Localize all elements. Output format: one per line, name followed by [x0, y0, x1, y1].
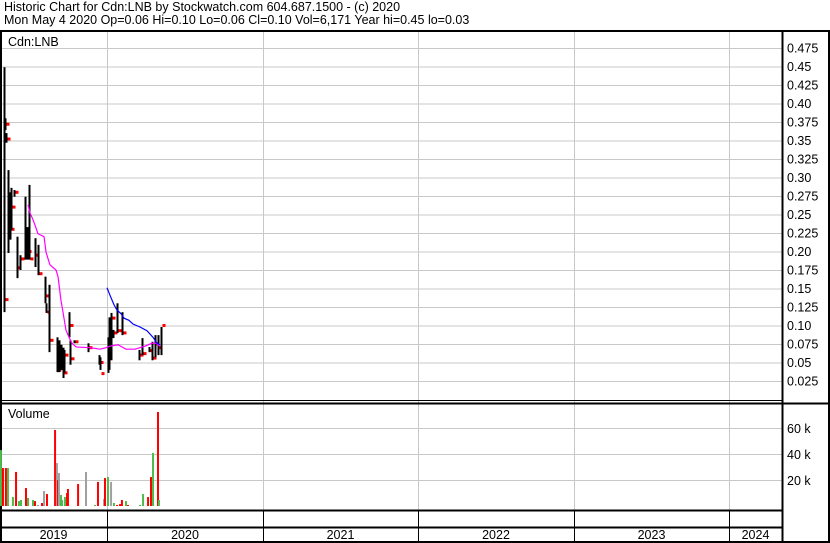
close-marker — [112, 316, 116, 320]
volume-bar — [94, 504, 97, 506]
close-marker — [71, 357, 75, 361]
close-marker — [118, 329, 122, 333]
year-label: 2024 — [742, 528, 770, 542]
volume-bar — [1, 468, 4, 506]
close-marker — [50, 338, 54, 342]
price-tick-label: 0.40 — [787, 97, 811, 111]
volume-bar — [77, 484, 80, 506]
volume-bar — [142, 494, 145, 506]
volume-bar — [66, 488, 69, 506]
volume-bar — [110, 481, 113, 506]
price-tick-label: 0.20 — [787, 245, 811, 259]
close-marker — [21, 257, 25, 261]
price-tick-label: 0.175 — [787, 264, 818, 278]
volume-bar — [43, 491, 46, 506]
price-tick-label: 0.025 — [787, 375, 818, 389]
moving-average-short-line — [106, 287, 161, 346]
volume-bar — [54, 429, 57, 506]
close-marker — [101, 372, 105, 376]
volume-bar — [112, 503, 115, 506]
price-tick-label: 0.225 — [787, 227, 818, 241]
volume-bar — [85, 471, 88, 506]
volume-bar — [15, 471, 18, 506]
volume-bar — [150, 477, 153, 506]
year-label: 2020 — [171, 528, 199, 542]
volume-bar — [124, 501, 127, 506]
volume-bar — [34, 501, 37, 506]
volume-bar — [147, 497, 150, 506]
price-tick-label: 0.125 — [787, 301, 818, 315]
volume-bar — [115, 504, 118, 506]
year-label: 2023 — [638, 528, 666, 542]
volume-bar — [36, 504, 39, 506]
price-tick-label: 0.10 — [787, 319, 811, 333]
volume-bar — [103, 478, 106, 506]
price-tick-label: 0.375 — [787, 116, 818, 130]
volume-bar — [11, 497, 14, 506]
price-tick-label: 0.25 — [787, 208, 811, 222]
volume-bar — [152, 452, 155, 506]
volume-bar — [157, 500, 160, 506]
outer-border — [0, 30, 830, 543]
price-tick-label: 0.45 — [787, 60, 811, 74]
volume-bar — [120, 500, 123, 506]
axis-ticks: 0.475 0.45 0.425 0.40 0.375 0.35 0.325 0.30 0.27… — [40, 42, 819, 543]
price-tick-label: 0.35 — [787, 134, 811, 148]
year-label: 2022 — [482, 528, 510, 542]
volume-bar — [126, 504, 129, 506]
price-tick-label: 0.15 — [787, 282, 811, 296]
volume-bar — [17, 501, 20, 506]
volume-bar — [6, 468, 9, 506]
year-label: 2019 — [40, 528, 68, 542]
volume-bar — [96, 481, 99, 506]
price-tick-label: 0.05 — [787, 356, 811, 370]
stock-chart: Cdn:LNB Volume 0.4750.450.4250.400.3750.… — [0, 30, 830, 543]
price-bars — [3, 67, 166, 379]
price-tick-label: 0.275 — [787, 190, 818, 204]
year-label: 2021 — [327, 528, 355, 542]
symbol-label: Cdn:LNB — [8, 35, 59, 49]
close-marker — [30, 257, 34, 261]
close-marker — [70, 324, 74, 327]
price-tick-label: 0.475 — [787, 42, 818, 56]
grid — [0, 32, 782, 510]
volume-bar — [57, 472, 60, 506]
volume-tick-label: 40 k — [787, 448, 811, 462]
price-tick-label: 0.075 — [787, 338, 818, 352]
close-marker — [5, 298, 9, 302]
volume-bar — [24, 488, 27, 506]
volume-bars — [0, 412, 160, 506]
volume-bar — [138, 504, 141, 506]
close-marker — [15, 190, 19, 194]
volume-tick-label: 60 k — [787, 422, 811, 436]
volume-bar — [119, 504, 122, 506]
close-marker — [123, 331, 127, 335]
volume-tick-label: 20 k — [787, 474, 811, 488]
volume-bar — [64, 497, 67, 506]
volume-bar — [61, 500, 64, 506]
price-tick-label: 0.425 — [787, 79, 818, 93]
volume-bar — [106, 477, 109, 506]
price-tick-label: 0.30 — [787, 171, 811, 185]
close-marker — [39, 272, 43, 276]
close-marker — [162, 324, 166, 327]
close-marker — [65, 353, 69, 357]
volume-bar — [41, 503, 44, 506]
close-marker — [143, 352, 147, 356]
close-marker — [75, 340, 79, 344]
volume-bar — [31, 500, 34, 506]
volume-bar — [27, 497, 30, 506]
close-marker — [12, 205, 16, 209]
chart-frame — [0, 30, 830, 543]
volume-bar — [157, 412, 160, 506]
close-marker — [7, 137, 11, 141]
volume-bar — [4, 468, 7, 506]
volume-bar — [20, 500, 23, 506]
close-marker — [6, 122, 10, 126]
price-tick-label: 0.325 — [787, 153, 818, 167]
volume-bar — [45, 494, 48, 506]
volume-label: Volume — [8, 407, 50, 421]
volume-bar — [0, 450, 2, 506]
